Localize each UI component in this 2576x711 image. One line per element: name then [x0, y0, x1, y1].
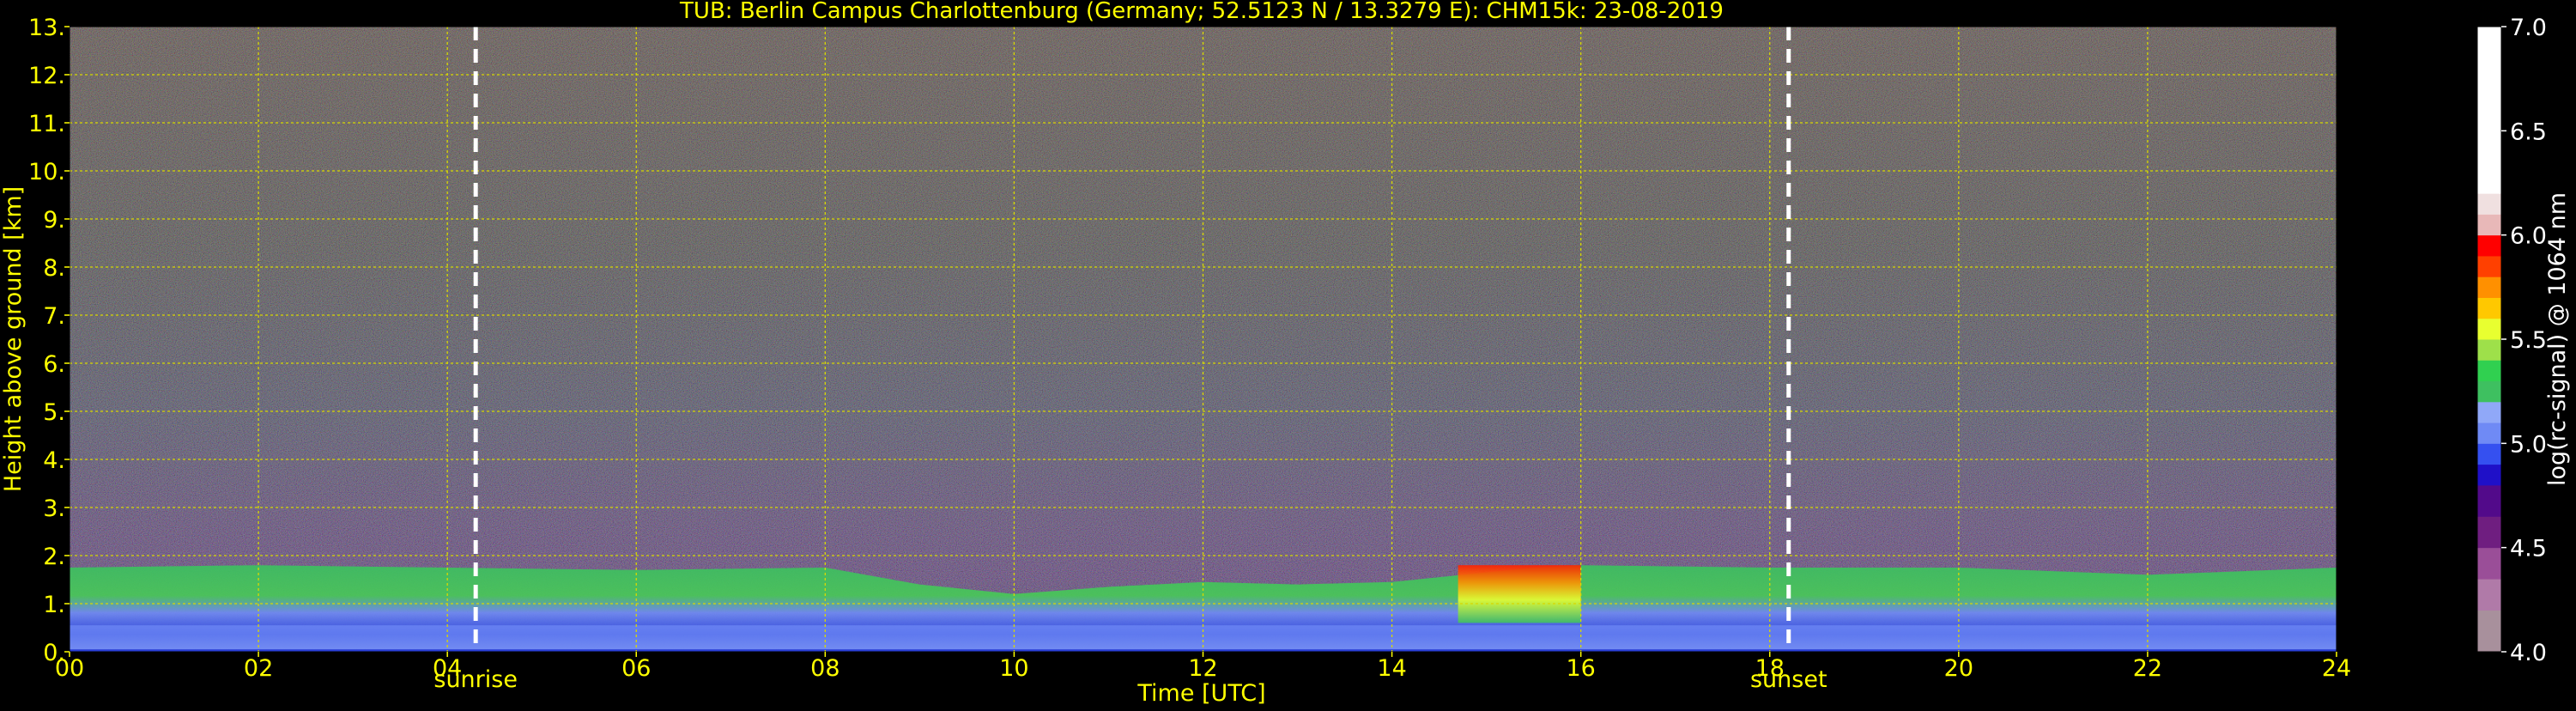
chart-svg: sunrise sunset00 02 04 06 08 10 12 14 16 18 20 22 240…: [0, 0, 2571, 707]
x-tick-label: 20: [1944, 655, 1973, 682]
y-tick-label: 12.: [28, 63, 65, 89]
colorbar: 4.0 4.5 5.0 5.5 6.0 6.5 7.0: [2476, 15, 2547, 666]
x-axis-label: Time [UTC]: [1136, 680, 1265, 707]
colorbar-segment: [2477, 360, 2501, 382]
colorbar-label: log(rc-signal) @ 1064 nm: [2544, 192, 2571, 486]
y-tick-label: 13.: [28, 15, 65, 41]
colorbar-segment: [2477, 193, 2501, 215]
colorbar-segment: [2477, 214, 2501, 236]
colorbar-tick-label: 4.5: [2510, 536, 2547, 562]
colorbar-tick-label: 6.5: [2510, 118, 2547, 145]
colorbar-segment: [2477, 255, 2501, 277]
y-tick-label: 9.: [43, 207, 65, 234]
x-tick-label: 22: [2133, 655, 2162, 682]
colorbar-segment: [2477, 610, 2501, 653]
colorbar-segment: [2477, 547, 2501, 580]
colorbar-segment: [2477, 380, 2501, 403]
x-tick-label: 08: [810, 655, 839, 682]
y-tick-label: 6.: [43, 351, 65, 378]
y-tick-label: 10.: [28, 159, 65, 185]
y-tick-label: 5.: [43, 399, 65, 426]
colorbar-segment: [2477, 484, 2501, 517]
colorbar-segment: [2477, 516, 2501, 549]
colorbar-segment: [2477, 318, 2501, 340]
colorbar-segment: [2477, 234, 2501, 257]
colorbar-segment: [2477, 297, 2501, 319]
y-tick-label: 8.: [43, 255, 65, 282]
colorbar-tick-label: 7.0: [2510, 15, 2547, 41]
y-tick-label: 11.: [28, 111, 65, 137]
y-tick-label: 3.: [43, 495, 65, 522]
x-tick-label: 24: [2322, 655, 2351, 682]
colorbar-segment: [2477, 401, 2501, 423]
y-tick-label: 4.: [43, 447, 65, 474]
x-tick-label: 18: [1755, 655, 1785, 682]
colorbar-segment: [2477, 276, 2501, 298]
x-tick-label: 02: [244, 655, 273, 682]
y-tick-label: 1.: [43, 592, 65, 618]
colorbar-segment: [2477, 579, 2501, 611]
chart-title: TUB: Berlin Campus Charlottenburg (Germa…: [679, 0, 1724, 24]
x-tick-label: 10: [999, 655, 1028, 682]
colorbar-segment: [2477, 422, 2501, 444]
x-tick-label: 12: [1188, 655, 1217, 682]
colorbar-tick-label: 4.0: [2510, 640, 2547, 666]
x-tick-label: 06: [621, 655, 651, 682]
x-tick-label: 16: [1566, 655, 1595, 682]
convective-plume: [1458, 565, 1581, 623]
x-tick-label: 14: [1377, 655, 1406, 682]
y-tick-label: 0.: [43, 640, 65, 666]
colorbar-segment: [2477, 443, 2501, 465]
colorbar-tick-label: 6.0: [2510, 223, 2547, 250]
colorbar-tick-label: 5.5: [2510, 327, 2547, 354]
colorbar-segment: [2477, 464, 2501, 486]
colorbar-segment: [2477, 339, 2501, 361]
y-tick-label: 7.: [43, 303, 65, 330]
colorbar-segment: [2477, 27, 2501, 194]
colorbar-tick-label: 5.0: [2510, 431, 2547, 458]
lidar-quicklook-chart: sunrise sunset 00 02 04 06 08 10 12 14 16 18 20 22 24 0…: [0, 0, 2576, 708]
x-tick-label: 04: [433, 655, 462, 682]
y-tick-label: 2.: [43, 544, 65, 570]
y-axis-label: Height above ground [km]: [0, 186, 27, 492]
